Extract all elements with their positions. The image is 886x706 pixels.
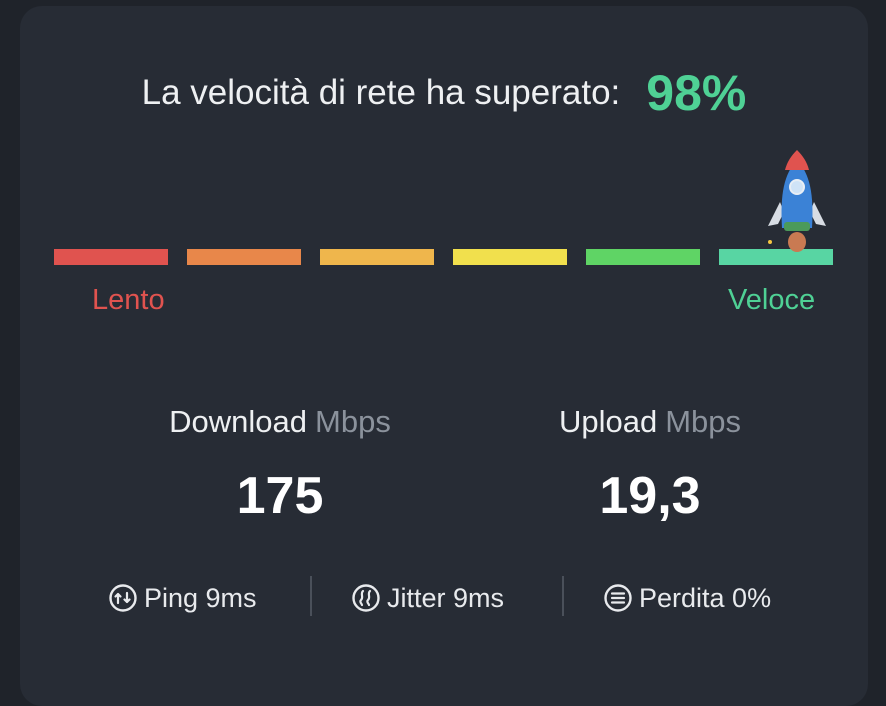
scale-segment-1 [54, 249, 168, 265]
packet-loss-icon [604, 584, 632, 612]
upload-label: Upload [558, 404, 658, 439]
rocket-icon [768, 150, 826, 252]
ping-label: Ping 9ms [144, 582, 257, 613]
scale-segment-3 [320, 249, 434, 265]
speed-result-card: La velocità di rete ha superato: 98% Lent… [20, 6, 868, 706]
percentile-value: 98% [646, 65, 747, 121]
jitter-label: Jitter 9ms [387, 582, 505, 613]
stat-divider [310, 576, 312, 616]
fast-label: Veloce [728, 284, 816, 316]
stat-divider [562, 576, 564, 616]
upload-metric: Upload Mbps 19,3 [480, 404, 820, 526]
slow-label: Lento [92, 284, 165, 316]
download-metric: Download Mbps 175 [110, 404, 450, 526]
packet-loss-stat: Perdita 0% [603, 580, 771, 616]
download-label: Download [169, 404, 308, 439]
upload-value: 19,3 [599, 467, 701, 525]
headline-text: La velocità di rete ha superato: [141, 73, 621, 112]
packet-loss-label: Perdita 0% [639, 582, 772, 613]
scale-segment-4 [453, 249, 567, 265]
scale-segment-5 [586, 249, 700, 265]
jitter-icon [352, 584, 380, 612]
download-value: 175 [236, 467, 324, 525]
scale-segment-2 [187, 249, 301, 265]
ping-icon [109, 584, 137, 612]
jitter-stat: Jitter 9ms [351, 580, 504, 616]
download-unit: Mbps [315, 404, 391, 439]
speed-headline: La velocità di rete ha superato: 98% [20, 64, 868, 122]
upload-unit: Mbps [665, 404, 742, 439]
ping-stat: Ping 9ms [108, 580, 257, 616]
